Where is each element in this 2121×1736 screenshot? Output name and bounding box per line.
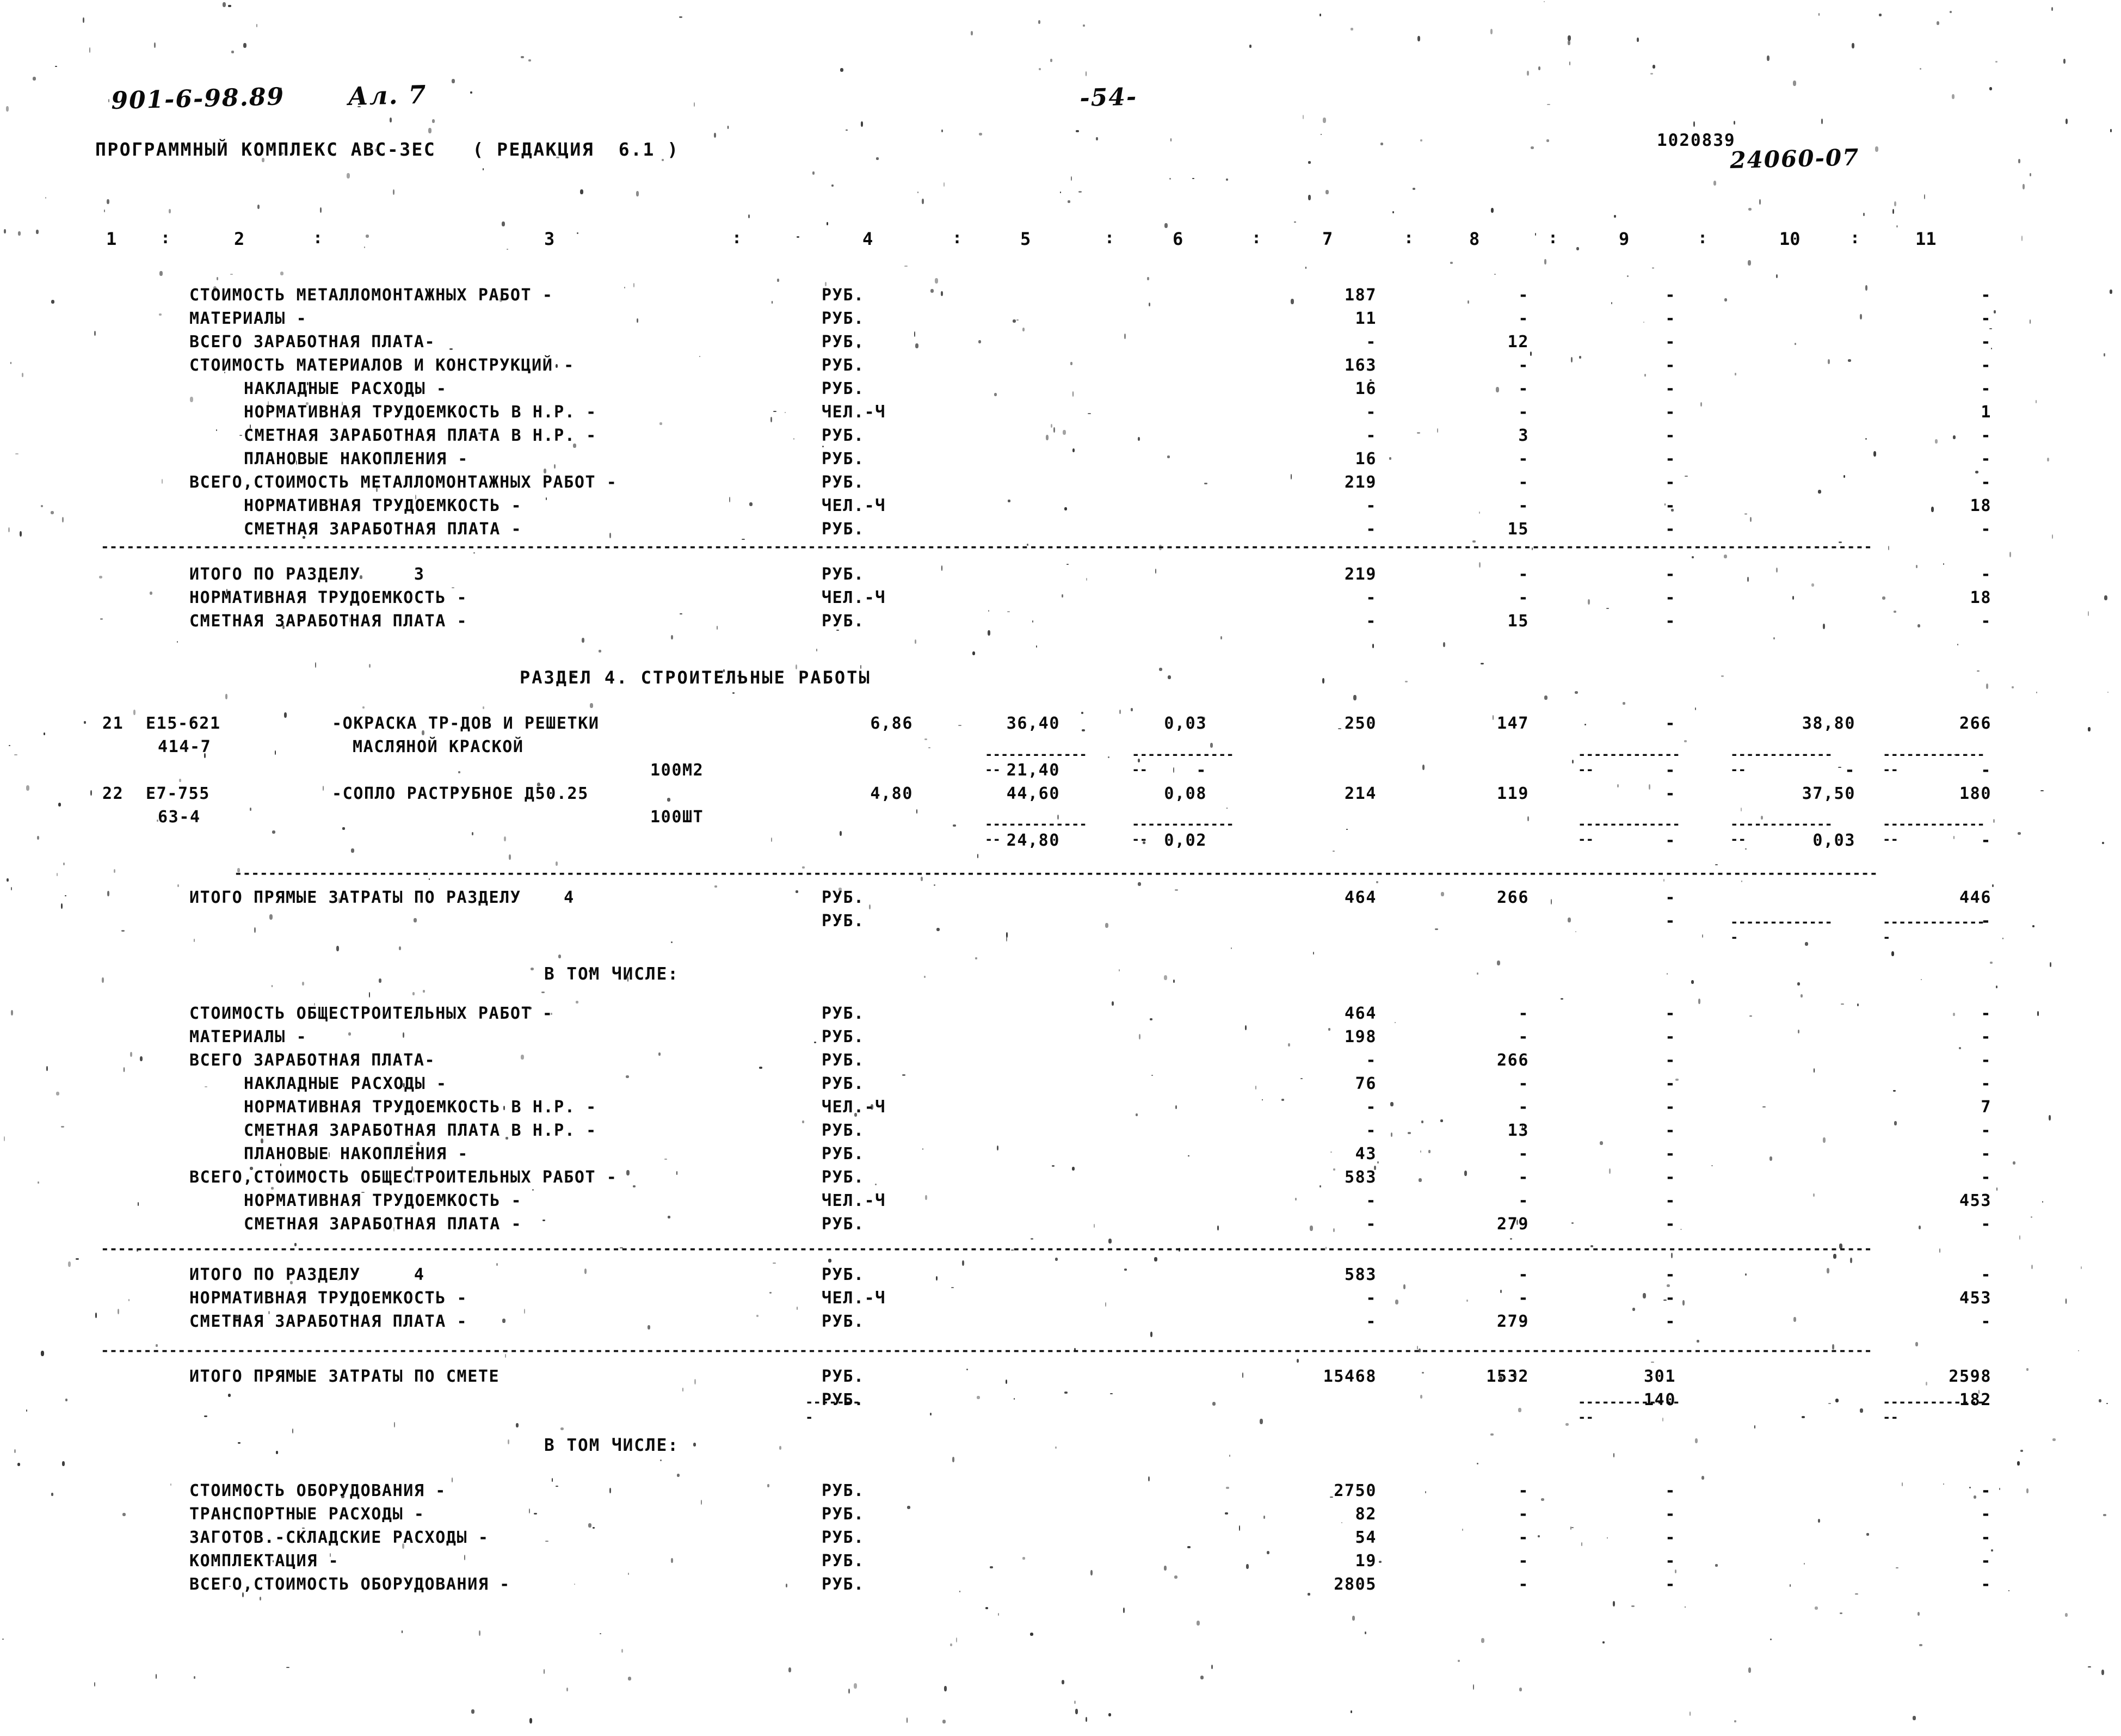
column-separator: :	[1251, 229, 1262, 248]
cell-col11: 453	[1959, 1289, 1991, 1308]
column-separator: :	[1850, 229, 1860, 248]
item-code-secondary: 63-4	[158, 808, 201, 827]
column-separator: :	[313, 229, 323, 248]
column-number-5: 5	[1020, 229, 1031, 249]
cell-col11: -	[1981, 1552, 1991, 1571]
subtotal-label-v-tom-chisle-1: В ТОМ ЧИСЛЕ:	[544, 964, 679, 984]
cell-col11: -	[1981, 520, 1991, 539]
rule-separator: ----------------------------------------…	[101, 1246, 2016, 1254]
handwritten-document-number: 24060-07	[1729, 144, 1860, 174]
column-separator: :	[1105, 229, 1115, 248]
column-number-1: 1	[106, 229, 117, 249]
column-separator: :	[1404, 229, 1414, 248]
cell-col11: 180	[1959, 784, 1991, 803]
subtotal-label-v-tom-chisle-2: В ТОМ ЧИСЛЕ:	[544, 1436, 679, 1455]
cell-col11: 2598	[1949, 1367, 1991, 1386]
handwritten-project-code: 901-6-98.89	[110, 83, 285, 115]
cell-col11: -	[1981, 1575, 1991, 1594]
cell-col11: -	[1981, 450, 1991, 469]
document-sheet: 901-6-98.89 Ал. 7 -54- 24060-07 1020839 …	[0, 0, 2121, 1736]
handwritten-sheet-label: Ал. 7	[347, 79, 428, 111]
rule-header-bottom	[101, 260, 2016, 274]
cell-col11: -	[1981, 473, 1991, 492]
column-number-3: 3	[544, 229, 555, 249]
cell-col11: -	[1981, 1505, 1991, 1524]
cell-col11: -	[1981, 831, 1991, 850]
item-measure: 100ШТ	[650, 808, 704, 827]
cell-col11: -	[1981, 1215, 1991, 1234]
cell-col11: -	[1981, 1481, 1991, 1500]
column-number-4: 4	[862, 229, 873, 249]
cell-col11: -	[1981, 1168, 1991, 1187]
cell-col11: -	[1981, 356, 1991, 375]
cell-col11: -	[1981, 1121, 1991, 1140]
rule-separator: ----------------------------------------…	[101, 1348, 2016, 1356]
rule-mini-separator: --------------	[1730, 914, 1833, 945]
cell-col11: 18	[1970, 588, 1991, 607]
rule-mini-separator: ---------------	[1578, 1394, 1680, 1425]
column-number-7: 7	[1322, 229, 1333, 249]
column-number-8: 8	[1469, 229, 1480, 249]
rule-section-4	[539, 699, 1279, 713]
rule-mini-separator: --------	[805, 1394, 861, 1425]
cell-col11: 182	[1959, 1390, 1991, 1409]
cell-col11: -	[1981, 1312, 1991, 1331]
cell-col11: -	[1981, 1265, 1991, 1284]
column-number-10: 10	[1779, 229, 1801, 249]
rule-separator: ----------------------------------------…	[101, 544, 2016, 552]
column-separator: :	[952, 229, 963, 248]
item-name-line2: МАСЛЯНОЙ КРАСКОЙ	[353, 737, 524, 756]
cell-col11: 453	[1959, 1191, 1991, 1210]
column-separator: :	[1698, 229, 1708, 248]
section-title-razdel-4: РАЗДЕЛ 4. СТРОИТЕЛЬНЫЕ РАБОТЫ	[520, 667, 871, 688]
cell-col11: 266	[1959, 714, 1991, 733]
cell-col11: -	[1981, 565, 1991, 584]
rule-separator: ----------------------------------------…	[234, 871, 2013, 878]
cell-col11: 446	[1959, 888, 1991, 907]
cell-col11: -	[1981, 912, 1991, 931]
program-title: ПРОГРАММНЫЙ КОМПЛЕКС АВС-ЗЕС ( РЕДАКЦИЯ …	[95, 139, 680, 160]
cell-col11: -	[1981, 333, 1991, 352]
cell-col11: -	[1981, 612, 1991, 631]
column-separator: :	[732, 229, 742, 248]
column-number-9: 9	[1619, 229, 1630, 249]
cell-col11: -	[1981, 1528, 1991, 1547]
cell-col11: 7	[1981, 1098, 1991, 1117]
column-number-11: 11	[1915, 229, 1937, 249]
column-number-2: 2	[234, 229, 245, 249]
cell-col11: -	[1981, 309, 1991, 328]
cell-col11: -	[1981, 1004, 1991, 1023]
rule-header-top	[101, 211, 2016, 225]
cell-col11: -	[1981, 761, 1991, 780]
column-separator: :	[161, 229, 171, 248]
cell-col11: -	[1981, 286, 1991, 305]
cell-col11: -	[1981, 379, 1991, 398]
rule-mini-separator: ---------------	[1883, 1394, 1985, 1425]
column-separator: :	[1548, 229, 1558, 248]
column-number-6: 6	[1173, 229, 1183, 249]
cell-col11: -	[1981, 1144, 1991, 1164]
cell-col11: 18	[1970, 496, 1991, 515]
cell-col11: -	[1981, 426, 1991, 445]
cell-col11: -	[1981, 1027, 1991, 1046]
cell-col11: -	[1981, 1074, 1991, 1093]
cell-col11: -	[1981, 1051, 1991, 1070]
printed-document-code: 1020839	[1657, 131, 1736, 150]
item-code-secondary: 414-7	[158, 737, 212, 756]
cell-col11: 1	[1981, 403, 1991, 422]
rule-mini-separator: --------------	[1883, 914, 1985, 945]
handwritten-page-number: -54-	[1079, 83, 1138, 112]
